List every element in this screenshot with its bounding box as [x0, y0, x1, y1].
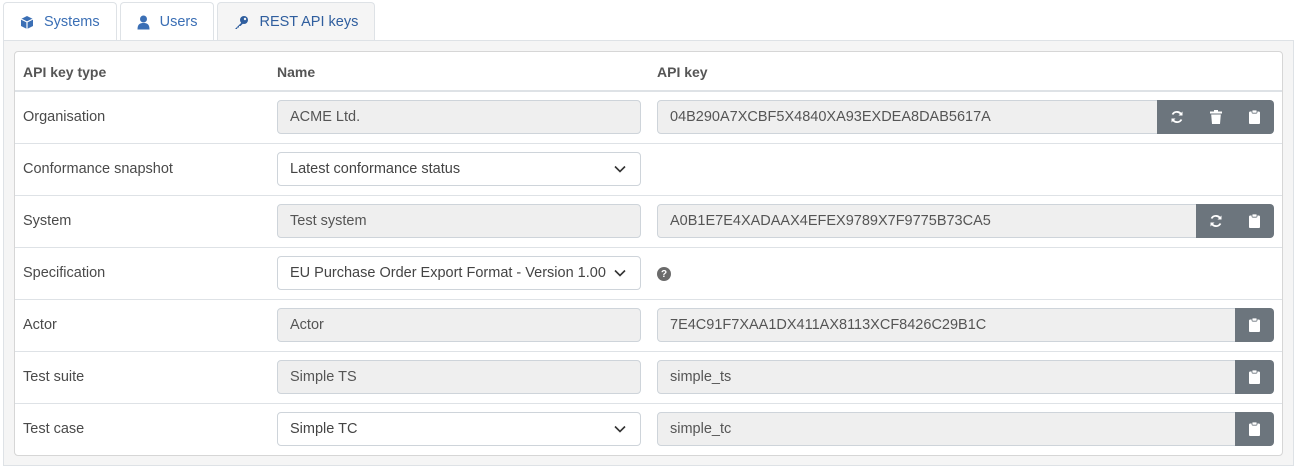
clipboard-icon — [1249, 110, 1260, 124]
copy-button[interactable] — [1235, 412, 1274, 446]
row-type-label: Test case — [23, 421, 85, 437]
table-row-system: System Test system A0B1E7E4XADAAX4EFEX97… — [15, 196, 1282, 248]
test-case-select[interactable]: Simple TC — [277, 412, 641, 446]
actor-name-field[interactable]: Actor — [277, 308, 641, 342]
header-name: Name — [277, 64, 316, 80]
test-suite-name-field[interactable]: Simple TS — [277, 360, 641, 394]
tab-bar: Systems Users REST API keys — [3, 2, 378, 41]
trash-icon — [1209, 110, 1222, 124]
test-case-api-key-field[interactable]: simple_tc — [657, 412, 1236, 446]
tab-users[interactable]: Users — [119, 2, 215, 41]
refresh-icon — [1210, 215, 1221, 227]
table-row-test-suite: Test suite Simple TS simple_ts — [15, 352, 1282, 404]
test-suite-api-key-field[interactable]: simple_ts — [657, 360, 1236, 394]
chevron-down-icon — [614, 165, 626, 173]
tab-users-label: Users — [159, 14, 198, 30]
table-row-test-case: Test case Simple TC simple_tc — [15, 404, 1282, 456]
tab-rest-api-keys[interactable]: REST API keys — [217, 2, 376, 41]
organisation-key-actions — [1157, 100, 1274, 134]
user-icon — [137, 15, 150, 29]
system-name-field[interactable]: Test system — [277, 204, 641, 238]
system-api-key-field[interactable]: A0B1E7E4XADAAX4EFEX9789X7F9775B73CA5 — [657, 204, 1197, 238]
tab-rest-api-keys-label: REST API keys — [259, 14, 359, 30]
organisation-api-key-field[interactable]: 04B290A7XCBF5X4840XA93EXDEA8DAB5617A — [657, 100, 1158, 134]
field-value: simple_tc — [670, 421, 732, 437]
actor-api-key-field[interactable]: 7E4C91F7XAA1DX411AX8113XCF8426C29B1C — [657, 308, 1236, 342]
row-type-label: Test suite — [23, 369, 85, 385]
conformance-snapshot-select[interactable]: Latest conformance status — [277, 152, 641, 186]
api-keys-panel: API key type Name API key Organisation A… — [3, 40, 1294, 466]
refresh-icon — [1171, 111, 1182, 123]
copy-button[interactable] — [1235, 100, 1274, 134]
table-header: API key type Name API key — [15, 52, 1282, 92]
clipboard-icon — [1249, 370, 1260, 384]
api-keys-table: API key type Name API key Organisation A… — [14, 51, 1283, 456]
copy-button[interactable] — [1235, 308, 1274, 342]
row-type-label: Conformance snapshot — [23, 161, 173, 177]
clipboard-icon — [1249, 214, 1260, 228]
table-row-actor: Actor Actor 7E4C91F7XAA1DX411AX8113XCF84… — [15, 300, 1282, 352]
table-row-conformance-snapshot: Conformance snapshot Latest conformance … — [15, 144, 1282, 196]
field-value: Actor — [290, 317, 324, 333]
copy-button[interactable] — [1235, 204, 1274, 238]
field-value: ACME Ltd. — [290, 109, 361, 125]
field-value: simple_ts — [670, 369, 732, 385]
specification-select[interactable]: EU Purchase Order Export Format - Versio… — [277, 256, 641, 290]
field-value: A0B1E7E4XADAAX4EFEX9789X7F9775B73CA5 — [670, 213, 991, 229]
delete-button[interactable] — [1196, 100, 1235, 134]
header-api-key-type: API key type — [23, 64, 107, 80]
regenerate-button[interactable] — [1196, 204, 1235, 238]
row-type-label: Organisation — [23, 109, 106, 125]
field-value: Simple TS — [290, 369, 357, 385]
actor-key-actions — [1235, 308, 1274, 342]
row-type-label: Specification — [23, 265, 106, 281]
tab-systems[interactable]: Systems — [3, 2, 117, 41]
regenerate-button[interactable] — [1157, 100, 1196, 134]
system-key-actions — [1196, 204, 1274, 238]
test-case-key-actions — [1235, 412, 1274, 446]
table-row-organisation: Organisation ACME Ltd. 04B290A7XCBF5X484… — [15, 92, 1282, 144]
header-api-key: API key — [657, 64, 708, 80]
help-icon[interactable]: ? — [657, 267, 671, 281]
clipboard-icon — [1249, 422, 1260, 436]
select-value: Latest conformance status — [290, 161, 461, 177]
table-row-specification: Specification EU Purchase Order Export F… — [15, 248, 1282, 300]
row-type-label: System — [23, 213, 72, 229]
test-suite-key-actions — [1235, 360, 1274, 394]
field-value: 04B290A7XCBF5X4840XA93EXDEA8DAB5617A — [670, 109, 991, 125]
row-type-label: Actor — [23, 317, 57, 333]
select-value: Simple TC — [290, 421, 358, 437]
clipboard-icon — [1249, 318, 1260, 332]
chevron-down-icon — [614, 269, 626, 277]
field-value: Test system — [290, 213, 367, 229]
organisation-name-field[interactable]: ACME Ltd. — [277, 100, 641, 134]
field-value: 7E4C91F7XAA1DX411AX8113XCF8426C29B1C — [670, 317, 987, 333]
chevron-down-icon — [614, 425, 626, 433]
copy-button[interactable] — [1235, 360, 1274, 394]
tab-systems-label: Systems — [44, 14, 100, 30]
cube-icon — [20, 15, 34, 29]
key-icon — [235, 15, 249, 29]
select-value: EU Purchase Order Export Format - Versio… — [290, 265, 606, 281]
